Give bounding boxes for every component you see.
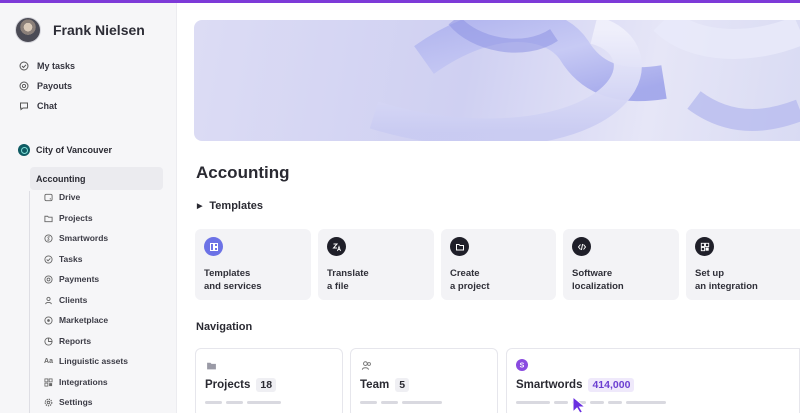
sidebar-item-clients[interactable]: Clients <box>44 292 87 308</box>
profile-name: Frank Nielsen <box>53 22 145 38</box>
tree-divider <box>29 191 30 413</box>
loading-placeholder <box>516 401 790 404</box>
sidebar-item-label: Settings <box>59 397 93 407</box>
templates-toggle[interactable]: ▶ Templates <box>197 200 263 212</box>
sidebar-item-reports[interactable]: Reports <box>44 333 91 349</box>
svg-text:S: S <box>520 363 525 370</box>
sidebar: Frank Nielsen My tasks Payouts Chat City… <box>0 3 177 413</box>
sidebar-item-label: Projects <box>59 213 93 223</box>
nav-card-count: 414,000 <box>588 378 635 392</box>
marketplace-icon <box>44 315 53 325</box>
tile-label-line1: Translate <box>327 268 369 279</box>
folder-icon <box>44 215 53 222</box>
avatar[interactable] <box>15 17 41 43</box>
templates-icon <box>204 237 223 256</box>
nav-card-title: Projects <box>205 379 251 391</box>
sidebar-item-payments[interactable]: Payments <box>44 271 99 287</box>
template-tile-translate-file[interactable]: Translate a file <box>318 229 434 300</box>
template-tile-set-up-integration[interactable]: Set up an integration <box>686 229 800 300</box>
page-title: Accounting <box>196 163 290 182</box>
sidebar-item-label: Drive <box>59 192 81 202</box>
user-profile[interactable]: Frank Nielsen <box>15 17 145 43</box>
sidebar-item-accounting[interactable]: Accounting <box>30 167 163 190</box>
sidebar-item-projects[interactable]: Projects <box>44 210 93 226</box>
tile-label-line2: localization <box>572 281 624 292</box>
tile-label-line1: Set up <box>695 268 725 279</box>
mouse-cursor-icon <box>572 396 587 413</box>
gear-icon <box>44 398 53 406</box>
sidebar-item-linguistic-assets[interactable]: Aa Linguistic assets <box>44 353 128 369</box>
sidebar-item-label: Payouts <box>37 81 73 91</box>
sidebar-item-my-tasks[interactable]: My tasks <box>19 57 75 75</box>
template-tile-software-localization[interactable]: Software localization <box>563 229 679 300</box>
tile-label-line1: Software <box>572 268 613 279</box>
sidebar-item-drive[interactable]: Drive <box>44 189 80 205</box>
sidebar-item-label: Linguistic assets <box>59 356 128 366</box>
check-circle-icon <box>19 61 29 71</box>
sidebar-item-label: Tasks <box>59 254 83 264</box>
tile-label-line2: and services <box>204 281 262 292</box>
organization-name: City of Vancouver <box>36 145 113 155</box>
chat-bubble-icon <box>20 102 28 111</box>
sidebar-item-label: Chat <box>37 101 57 111</box>
drive-icon <box>44 193 53 201</box>
sidebar-item-smartwords[interactable]: Smartwords <box>44 230 108 246</box>
integrations-icon <box>44 377 53 387</box>
sidebar-item-label: My tasks <box>37 61 76 71</box>
nav-card-smartwords[interactable]: S Smartwords 414,000 <box>506 348 800 413</box>
tile-label-line1: Create <box>450 268 480 279</box>
nav-card-team[interactable]: Team 5 <box>350 348 498 413</box>
sidebar-item-tasks[interactable]: Tasks <box>44 251 82 267</box>
sidebar-item-settings[interactable]: Settings <box>44 394 93 410</box>
sidebar-item-label: Smartwords <box>59 233 109 243</box>
nav-card-title: Smartwords <box>516 379 583 391</box>
integration-icon <box>695 237 714 256</box>
folder-icon <box>450 237 469 256</box>
translate-icon <box>327 237 346 256</box>
chart-pie-icon <box>44 336 53 346</box>
team-icon <box>360 359 372 371</box>
sidebar-item-label: Payments <box>59 274 100 284</box>
hero-banner <box>194 20 800 141</box>
sidebar-item-label: Integrations <box>59 377 108 387</box>
code-icon <box>572 237 591 256</box>
sidebar-item-integrations[interactable]: Integrations <box>44 374 108 390</box>
template-tile-create-project[interactable]: Create a project <box>441 229 556 300</box>
nav-card-projects[interactable]: Projects 18 <box>195 348 343 413</box>
sidebar-item-marketplace[interactable]: Marketplace <box>44 312 108 328</box>
nav-card-count: 18 <box>256 378 277 392</box>
navigation-heading: Navigation <box>196 321 253 333</box>
check-circle-icon <box>44 254 53 264</box>
coin-icon <box>19 81 29 91</box>
templates-toggle-label: Templates <box>209 200 263 212</box>
sidebar-item-chat[interactable]: Chat <box>19 97 57 115</box>
org-logo-icon <box>18 144 30 156</box>
sidebar-item-label: Marketplace <box>59 315 109 325</box>
smartwords-badge-icon: S <box>516 359 528 371</box>
text-aa-icon: Aa <box>44 357 53 365</box>
organization-switcher[interactable]: City of Vancouver <box>18 144 112 156</box>
sidebar-item-payouts[interactable]: Payouts <box>19 77 72 95</box>
folder-icon <box>205 359 217 371</box>
tile-label-line2: a project <box>450 281 490 292</box>
coin-icon <box>44 274 53 284</box>
smartwords-icon <box>44 233 53 243</box>
loading-placeholder <box>360 401 488 404</box>
tile-label-line2: an integration <box>695 281 758 292</box>
nav-card-count: 5 <box>395 378 410 392</box>
template-tile-templates-and-services[interactable]: Templates and services <box>195 229 311 300</box>
caret-right-icon: ▶ <box>197 203 203 210</box>
loading-placeholder <box>205 401 333 404</box>
person-icon <box>45 296 52 304</box>
sidebar-item-label: Reports <box>59 336 92 346</box>
tile-label-line2: a file <box>327 281 349 292</box>
nav-card-title: Team <box>360 379 390 391</box>
tile-label-line1: Templates <box>204 268 251 279</box>
sidebar-item-label: Clients <box>59 295 88 305</box>
